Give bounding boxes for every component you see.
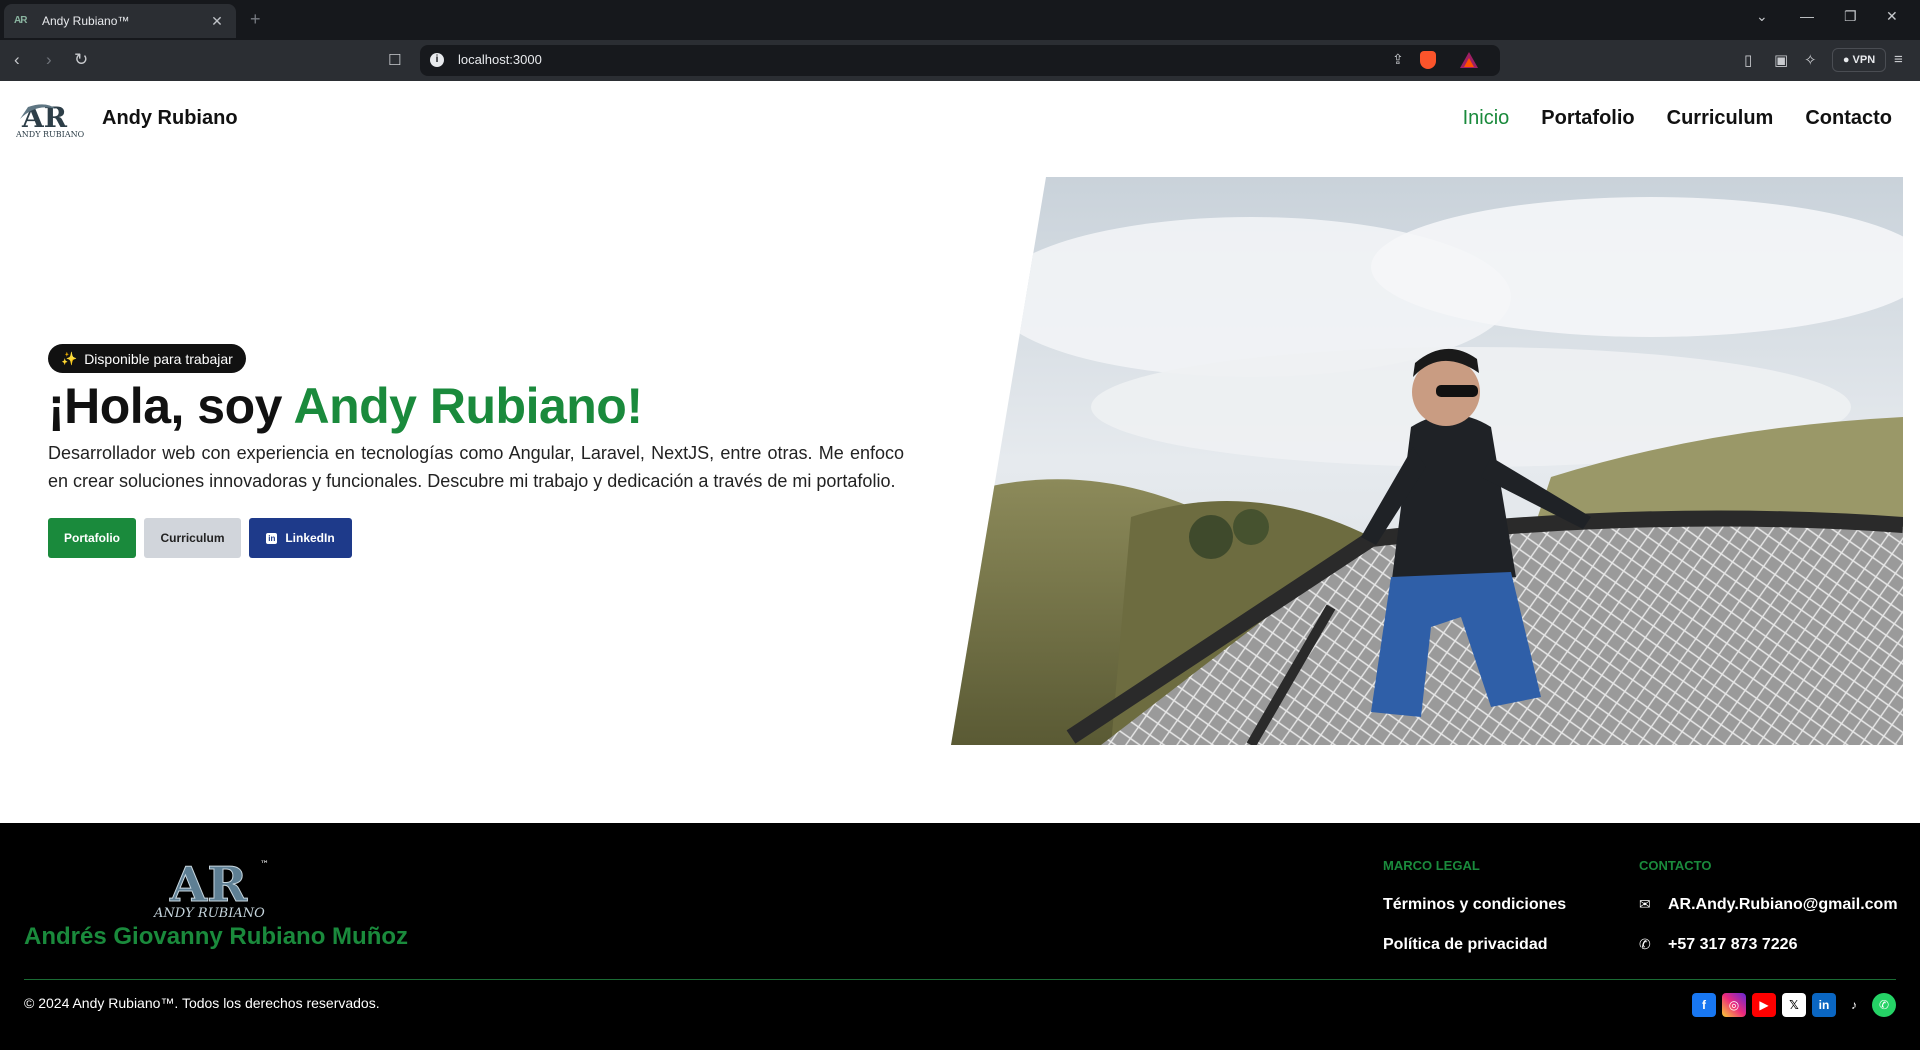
leo-ai-icon[interactable]: ✧ — [1804, 51, 1817, 69]
linkedin-button[interactable]: in LinkedIn — [249, 518, 352, 558]
new-tab-icon[interactable]: + — [250, 9, 261, 30]
sidebar-icon[interactable]: ▯ — [1744, 51, 1752, 69]
tab-search-chevron-icon[interactable]: ⌄ — [1756, 8, 1768, 25]
headline-greeting: ¡Hola, soy — [48, 378, 294, 434]
brave-shields-icon[interactable] — [1420, 51, 1436, 69]
menu-icon[interactable]: ≡ — [1894, 51, 1903, 68]
hero-description: Desarrollador web con experiencia en tec… — [48, 443, 904, 491]
hero-photo-illustration — [951, 177, 1903, 745]
footer-logo-image[interactable]: AR ™ ANDY RUBIANO — [150, 855, 282, 922]
footer-divider — [24, 979, 1896, 980]
curriculum-button[interactable]: Curriculum — [144, 518, 241, 558]
footer-contact-column: CONTACTO ✉ AR.Andy.Rubiano@gmail.com ✆ +… — [1639, 858, 1898, 976]
linkedin-icon[interactable]: in — [1812, 993, 1836, 1017]
badge-text: Disponible para trabajar — [84, 350, 233, 367]
availability-badge: ✨ Disponible para trabajar — [48, 344, 246, 373]
tab-close-icon[interactable]: ✕ — [208, 13, 226, 30]
linkedin-label: LinkedIn — [285, 531, 335, 545]
nav-contacto[interactable]: Contacto — [1805, 107, 1892, 130]
footer-full-name: Andrés Giovanny Rubiano Muñoz — [24, 923, 409, 950]
forward-icon[interactable]: › — [46, 50, 52, 70]
brave-rewards-icon[interactable] — [1460, 52, 1478, 68]
youtube-icon[interactable]: ▶ — [1752, 993, 1776, 1017]
hero-section: ✨ Disponible para trabajar ¡Hola, soy An… — [48, 344, 904, 558]
linkedin-icon: in — [266, 532, 278, 544]
nav-curriculum[interactable]: Curriculum — [1667, 107, 1774, 130]
share-icon[interactable]: ⇪ — [1392, 51, 1404, 68]
tiktok-icon[interactable]: ♪ — [1842, 993, 1866, 1017]
instagram-icon[interactable]: ◎ — [1722, 993, 1746, 1017]
whatsapp-small-icon: ✆ — [1639, 936, 1651, 952]
wallet-icon[interactable]: ▣ — [1774, 51, 1788, 69]
reload-icon[interactable]: ↻ — [74, 50, 88, 70]
footer-logo-subtext: ANDY RUBIANO — [153, 906, 265, 921]
portfolio-button[interactable]: Portafolio — [48, 518, 136, 558]
legal-title: MARCO LEGAL — [1383, 858, 1480, 873]
browser-toolbar: ‹ › ↻ ☐ i localhost:3000 ⇪ ▯ ▣ ✧ ● VPN ≡ — [0, 40, 1920, 81]
nav-portafolio[interactable]: Portafolio — [1541, 107, 1634, 130]
logo-image[interactable]: AR ANDY RUBIANO — [16, 99, 94, 139]
contact-title: CONTACTO — [1639, 858, 1712, 873]
phone-link[interactable]: ✆ +57 317 873 7226 — [1639, 936, 1898, 976]
browser-tab[interactable]: AR Andy Rubiano™ ✕ — [4, 4, 236, 38]
headline-name: Andy Rubiano! — [293, 378, 643, 434]
email-link[interactable]: ✉ AR.Andy.Rubiano@gmail.com — [1639, 896, 1898, 936]
email-text: AR.Andy.Rubiano@gmail.com — [1668, 896, 1898, 913]
phone-text: +57 317 873 7226 — [1668, 936, 1798, 953]
copyright-text: © 2024 Andy Rubiano™. Todos los derechos… — [24, 995, 380, 1011]
back-icon[interactable]: ‹ — [14, 50, 20, 70]
social-links: f ◎ ▶ 𝕏 in ♪ ✆ — [1692, 993, 1896, 1017]
hero-photo — [951, 177, 1903, 745]
window-close-icon[interactable]: ✕ — [1886, 8, 1898, 25]
site-footer: AR ™ ANDY RUBIANO Andrés Giovanny Rubian… — [0, 823, 1920, 1050]
site-info-icon[interactable]: i — [430, 53, 444, 67]
hero-headline: ¡Hola, soy Andy Rubiano! — [48, 377, 904, 435]
hero-buttons: Portafolio Curriculum in LinkedIn — [48, 518, 904, 558]
bookmark-icon[interactable]: ☐ — [388, 51, 401, 69]
x-icon[interactable]: 𝕏 — [1782, 993, 1806, 1017]
nav-inicio[interactable]: Inicio — [1463, 107, 1510, 130]
restore-icon[interactable]: ❐ — [1844, 8, 1857, 25]
site-header: AR ANDY RUBIANO Andy Rubiano Inicio Port… — [0, 81, 1920, 157]
main-nav: Inicio Portafolio Curriculum Contacto — [1463, 107, 1892, 130]
privacy-link[interactable]: Política de privacidad — [1383, 936, 1566, 976]
vpn-button[interactable]: ● VPN — [1832, 48, 1886, 72]
footer-legal-column: MARCO LEGAL Términos y condiciones Polít… — [1383, 858, 1566, 976]
url-text[interactable]: localhost:3000 — [458, 52, 542, 67]
minimize-icon[interactable]: — — [1800, 8, 1814, 24]
logo-subtext: ANDY RUBIANO — [16, 130, 85, 139]
facebook-icon[interactable]: f — [1692, 993, 1716, 1017]
footer-logo-tm: ™ — [260, 860, 269, 870]
tab-favicon-icon: AR — [14, 15, 27, 26]
footer-logo-letters: AR — [169, 857, 248, 913]
browser-tabbar: AR Andy Rubiano™ ✕ + ⌄ — ❐ ✕ — [0, 0, 1920, 40]
brand-name[interactable]: Andy Rubiano — [102, 107, 238, 130]
sparkles-icon: ✨ — [61, 350, 78, 366]
terms-link[interactable]: Términos y condiciones — [1383, 896, 1566, 936]
envelope-icon: ✉ — [1639, 896, 1651, 912]
whatsapp-icon[interactable]: ✆ — [1872, 993, 1896, 1017]
address-bar[interactable]: i localhost:3000 ⇪ — [420, 45, 1500, 76]
tab-title: Andy Rubiano™ — [42, 14, 130, 28]
